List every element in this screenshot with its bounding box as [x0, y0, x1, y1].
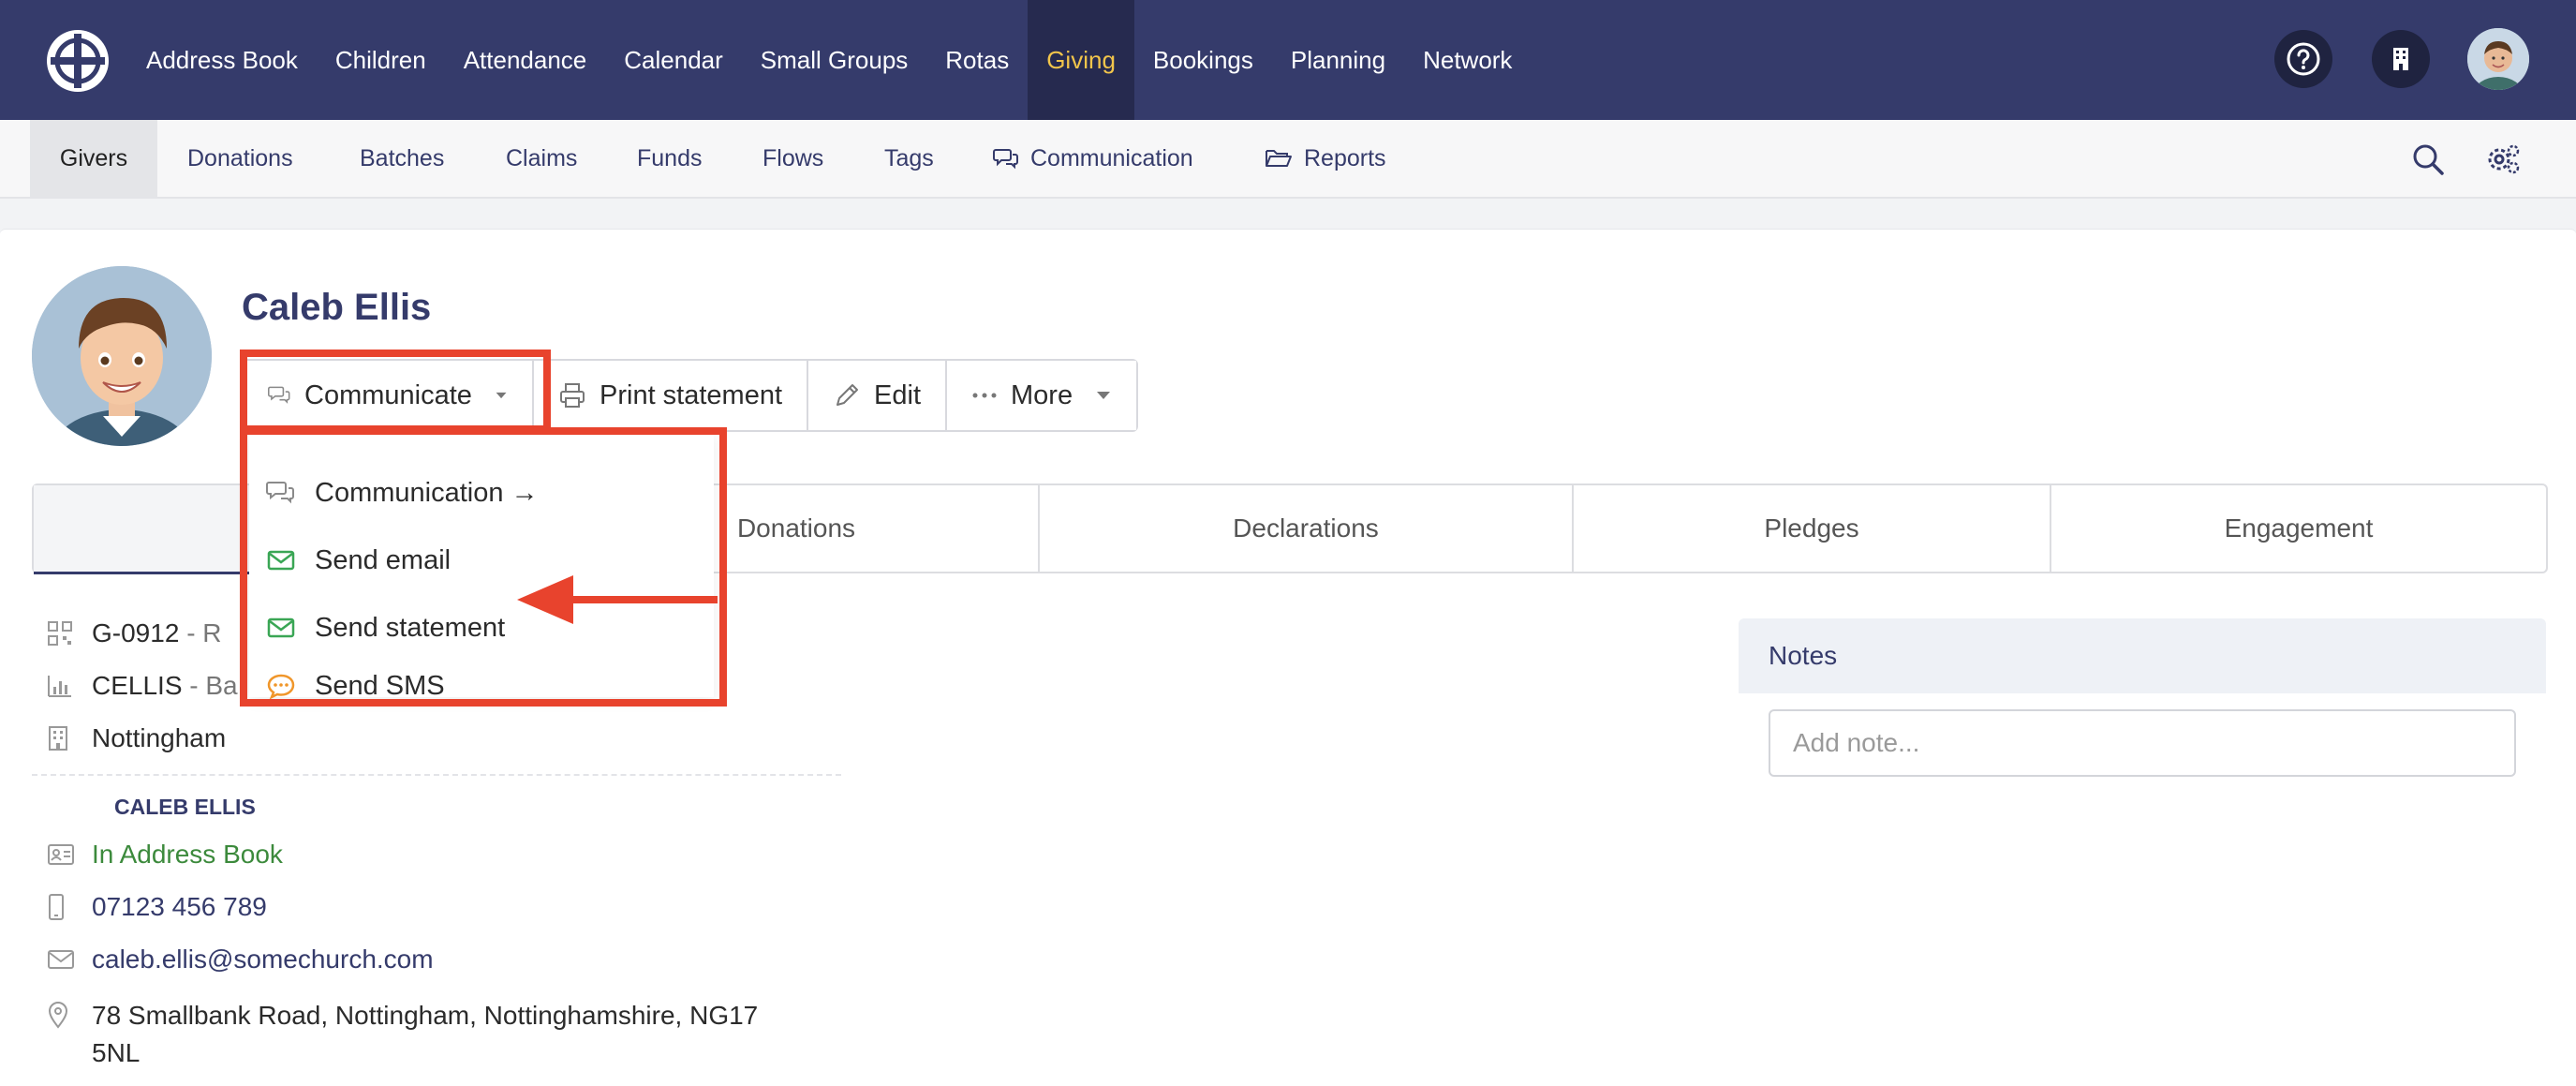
nav-address-book[interactable]: Address Book [127, 0, 317, 120]
subtab-claims[interactable]: Claims [506, 120, 577, 197]
email-row: caleb.ellis@somechurch.com [32, 945, 434, 974]
edit-label: Edit [874, 379, 922, 410]
subtab-reports[interactable]: Reports [1265, 120, 1386, 197]
subtab-communication-label: Communication [1030, 144, 1193, 171]
address-line-1: 78 Smallbank Road, Nottingham, Nottingha… [92, 1001, 759, 1030]
menu-item-send-email-label: Send email [315, 544, 452, 575]
sms-bubble-icon [267, 674, 295, 699]
tab-declarations[interactable]: Declarations [1040, 485, 1574, 572]
map-pin-icon [32, 997, 92, 1029]
settings-icon[interactable] [2484, 141, 2522, 178]
nav-children[interactable]: Children [317, 0, 445, 120]
chat-icon [268, 386, 290, 404]
address-text: 78 Smallbank Road, Nottingham, Nottingha… [92, 997, 758, 1072]
giver-reference-suffix: - R [186, 618, 222, 647]
communicate-button[interactable]: Communicate [244, 361, 534, 430]
subtab-batches[interactable]: Batches [360, 120, 444, 197]
printer-icon [560, 383, 585, 408]
giver-reference: G-0912 [92, 618, 180, 647]
address-book-status[interactable]: In Address Book [92, 840, 283, 870]
menu-item-send-statement-label: Send statement [315, 612, 506, 643]
add-note-input[interactable] [1769, 709, 2516, 777]
nav-rotas[interactable]: Rotas [926, 0, 1028, 120]
id-card-icon [32, 843, 92, 866]
chat-icon [993, 149, 1018, 170]
chevron-down-icon [496, 392, 507, 399]
tab-engagement[interactable]: Engagement [2051, 485, 2546, 572]
profile-actions: Communicate Print statement Edit More [242, 359, 1139, 432]
menu-item-communication-label: Communication → [315, 477, 539, 508]
search-icon[interactable] [2409, 141, 2447, 178]
qr-code-icon [32, 620, 92, 647]
subtab-communication[interactable]: Communication [993, 120, 1193, 197]
phone-link[interactable]: 07123 456 789 [92, 892, 267, 922]
email-link[interactable]: caleb.ellis@somechurch.com [92, 945, 434, 974]
giving-subnav: Givers Donations Batches Claims Funds Fl… [0, 120, 2576, 199]
chart-icon [32, 674, 92, 698]
nav-bookings[interactable]: Bookings [1134, 0, 1272, 120]
edit-button[interactable]: Edit [808, 361, 948, 430]
tab-pledges[interactable]: Pledges [1574, 485, 2051, 572]
address-book-row: In Address Book [32, 840, 283, 870]
menu-item-send-sms[interactable]: Send SMS [266, 667, 445, 705]
contact-heading: CALEB ELLIS [114, 795, 256, 819]
more-button[interactable]: More [947, 361, 1137, 430]
subtab-tags[interactable]: Tags [884, 120, 934, 197]
envelope-icon [32, 948, 92, 971]
site-name: Nottingham [92, 723, 227, 752]
help-icon[interactable] [2274, 30, 2332, 88]
nav-small-groups[interactable]: Small Groups [742, 0, 927, 120]
address-line-2: 5NL [92, 1038, 141, 1067]
subtab-givers[interactable]: Givers [30, 120, 157, 197]
nav-attendance[interactable]: Attendance [445, 0, 606, 120]
menu-item-send-statement[interactable]: Send statement [266, 600, 505, 656]
envelope-icon [267, 550, 295, 571]
bank-reference-row: CELLIS - Ba [32, 671, 238, 701]
folder-open-icon [1266, 150, 1292, 167]
user-avatar[interactable] [2467, 28, 2529, 90]
bank-reference: CELLIS [92, 671, 183, 700]
address-row: 78 Smallbank Road, Nottingham, Nottingha… [32, 997, 758, 1072]
communicate-label: Communicate [304, 379, 472, 410]
envelope-icon [267, 617, 295, 638]
giver-reference-row: G-0912 - R [32, 618, 222, 648]
profile-avatar [32, 266, 212, 446]
nav-network[interactable]: Network [1404, 0, 1531, 120]
subtab-donations[interactable]: Donations [187, 120, 293, 197]
annotation-arrow-icon [517, 575, 718, 624]
print-statement-label: Print statement [600, 379, 783, 410]
pencil-icon [836, 384, 859, 406]
giver-name: Caleb Ellis [242, 287, 432, 328]
communicate-dropdown-menu: Communication → Send email Send statemen… [249, 433, 714, 701]
bank-reference-suffix: - Ba [189, 671, 238, 700]
main-nav: Address Book Children Attendance Calenda… [127, 0, 1531, 120]
site-row: Nottingham [32, 723, 226, 753]
mobile-phone-icon [32, 893, 92, 921]
app-logo[interactable] [47, 30, 109, 92]
nav-planning[interactable]: Planning [1272, 0, 1404, 120]
details-divider [32, 774, 841, 776]
chat-icon [266, 482, 294, 504]
subtab-funds[interactable]: Funds [637, 120, 702, 197]
menu-item-send-email[interactable]: Send email [266, 532, 451, 588]
chevron-down-icon [1097, 392, 1111, 399]
subtab-reports-label: Reports [1304, 144, 1386, 171]
more-label: More [1011, 379, 1073, 410]
nav-giving[interactable]: Giving [1028, 0, 1134, 120]
menu-item-send-sms-label: Send SMS [315, 670, 445, 701]
subtab-flows[interactable]: Flows [762, 120, 823, 197]
building-icon[interactable] [2372, 30, 2430, 88]
phone-row: 07123 456 789 [32, 892, 267, 922]
print-statement-button[interactable]: Print statement [534, 361, 809, 430]
notes-header: Notes [1739, 618, 2546, 693]
building-icon [32, 725, 92, 751]
top-navigation-bar: Address Book Children Attendance Calenda… [0, 0, 2576, 120]
menu-item-communication[interactable]: Communication → [266, 465, 539, 521]
nav-calendar[interactable]: Calendar [605, 0, 742, 120]
ellipsis-icon [972, 393, 997, 398]
